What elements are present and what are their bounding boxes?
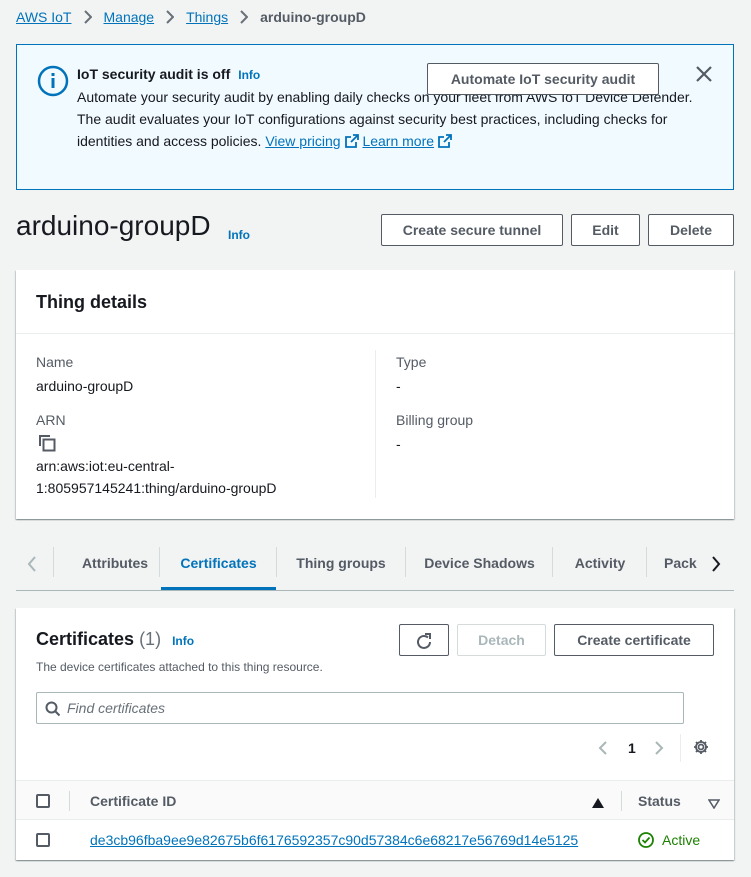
tab-bar: Attributes Certificates Thing groups Dev… xyxy=(16,539,734,591)
tab-thing-groups[interactable]: Thing groups xyxy=(278,539,404,590)
current-page[interactable]: 1 xyxy=(628,740,636,756)
type-label: Type xyxy=(396,354,427,370)
learn-more-link[interactable]: Learn more xyxy=(362,133,452,149)
refresh-button[interactable] xyxy=(399,624,449,656)
name-label: Name xyxy=(36,354,74,370)
copy-icon[interactable] xyxy=(38,434,56,457)
select-all-checkbox[interactable] xyxy=(36,794,50,808)
column-status[interactable]: Status xyxy=(638,793,681,809)
refresh-icon xyxy=(415,631,433,661)
row-checkbox[interactable] xyxy=(36,833,50,847)
banner-title-text: IoT security audit is off xyxy=(77,66,231,82)
search-field[interactable] xyxy=(36,692,684,724)
detach-button[interactable]: Detach xyxy=(457,624,546,656)
tab-divider xyxy=(159,547,160,577)
status-badge: Active xyxy=(638,832,700,848)
breadcrumb-manage[interactable]: Manage xyxy=(104,9,155,25)
certificates-title-text: Certificates xyxy=(36,629,135,649)
breadcrumb-aws-iot[interactable]: AWS IoT xyxy=(16,9,72,25)
name-value: arduino-groupD xyxy=(36,378,134,394)
tab-activity[interactable]: Activity xyxy=(554,539,646,590)
external-link-icon xyxy=(344,132,359,154)
status-text: Active xyxy=(662,832,701,848)
tab-divider xyxy=(552,547,553,577)
breadcrumb-things[interactable]: Things xyxy=(186,9,228,25)
column-divider xyxy=(69,791,70,811)
learn-more-label: Learn more xyxy=(362,133,435,149)
delete-button[interactable]: Delete xyxy=(648,214,734,246)
column-divider xyxy=(375,350,376,498)
column-divider xyxy=(621,791,622,811)
title-info-link[interactable]: Info xyxy=(228,228,250,242)
arn-value-line-1: arn:aws:iot:eu-central- xyxy=(36,458,175,474)
gear-icon[interactable] xyxy=(693,739,709,758)
chevron-right-icon xyxy=(83,10,92,24)
certificates-description: The device certificates attached to this… xyxy=(36,660,323,674)
close-icon[interactable] xyxy=(695,65,713,88)
info-circle-icon xyxy=(37,65,69,102)
create-secure-tunnel-button[interactable]: Create secure tunnel xyxy=(381,214,563,246)
certificates-count: (1) xyxy=(139,629,162,649)
table-row: de3cb96fba9ee9e82675b6f6176592357c90d573… xyxy=(16,820,734,860)
tab-certificates[interactable]: Certificates xyxy=(161,539,276,590)
automate-audit-button[interactable]: Automate IoT security audit xyxy=(427,63,659,95)
check-circle-icon xyxy=(638,832,658,848)
thing-details-card: Thing details Name arduino-groupD ARN ar… xyxy=(16,270,734,519)
tab-pack[interactable]: Pack xyxy=(664,539,700,590)
pager-divider xyxy=(680,734,681,762)
tab-divider xyxy=(53,547,54,577)
arn-value-line-2: 1:805957145241:thing/arduino-groupD xyxy=(36,480,277,496)
billing-group-label: Billing group xyxy=(396,412,474,428)
arn-label: ARN xyxy=(36,412,66,428)
chevron-right-icon xyxy=(240,10,249,24)
breadcrumb-current: arduino-groupD xyxy=(260,9,366,25)
certificates-info-link[interactable]: Info xyxy=(172,634,194,648)
certificates-card: Certificates (1) Info The device certifi… xyxy=(16,608,734,860)
column-certificate-id[interactable]: Certificate ID xyxy=(90,793,176,809)
external-link-icon xyxy=(438,132,452,154)
sort-descending-icon[interactable] xyxy=(707,796,721,814)
tab-divider xyxy=(405,547,406,577)
certificates-title: Certificates (1) Info xyxy=(36,629,194,650)
edit-button[interactable]: Edit xyxy=(571,214,640,246)
page-title: arduino-groupD xyxy=(16,210,211,241)
tab-divider xyxy=(276,547,277,577)
search-icon xyxy=(45,701,61,722)
search-input[interactable] xyxy=(67,698,667,718)
next-page-icon[interactable] xyxy=(654,740,664,759)
table-header: Certificate ID Status xyxy=(16,780,734,820)
banner-info-link[interactable]: Info xyxy=(238,68,260,82)
create-certificate-button[interactable]: Create certificate xyxy=(554,624,714,656)
breadcrumb: AWS IoT Manage Things arduino-groupD xyxy=(16,8,366,26)
tab-divider xyxy=(646,547,647,577)
chevron-right-icon xyxy=(166,10,175,24)
tab-device-shadows[interactable]: Device Shadows xyxy=(407,539,552,590)
chevron-left-icon[interactable] xyxy=(26,555,38,578)
thing-details-heading: Thing details xyxy=(16,270,734,334)
sort-ascending-icon[interactable] xyxy=(592,795,604,813)
previous-page-icon[interactable] xyxy=(598,740,608,759)
billing-group-value: - xyxy=(396,436,401,452)
banner-text: Automate your security audit by enabling… xyxy=(77,86,697,154)
banner-title: IoT security audit is off Info xyxy=(77,66,260,82)
view-pricing-link[interactable]: View pricing xyxy=(265,133,359,149)
view-pricing-label: View pricing xyxy=(265,133,341,149)
type-value: - xyxy=(396,378,401,394)
chevron-right-icon[interactable] xyxy=(710,555,722,578)
certificate-id-link[interactable]: de3cb96fba9ee9e82675b6f6176592357c90d573… xyxy=(90,832,578,848)
security-audit-banner: IoT security audit is off Info Automate y… xyxy=(16,44,734,190)
tab-attributes[interactable]: Attributes xyxy=(60,539,170,590)
